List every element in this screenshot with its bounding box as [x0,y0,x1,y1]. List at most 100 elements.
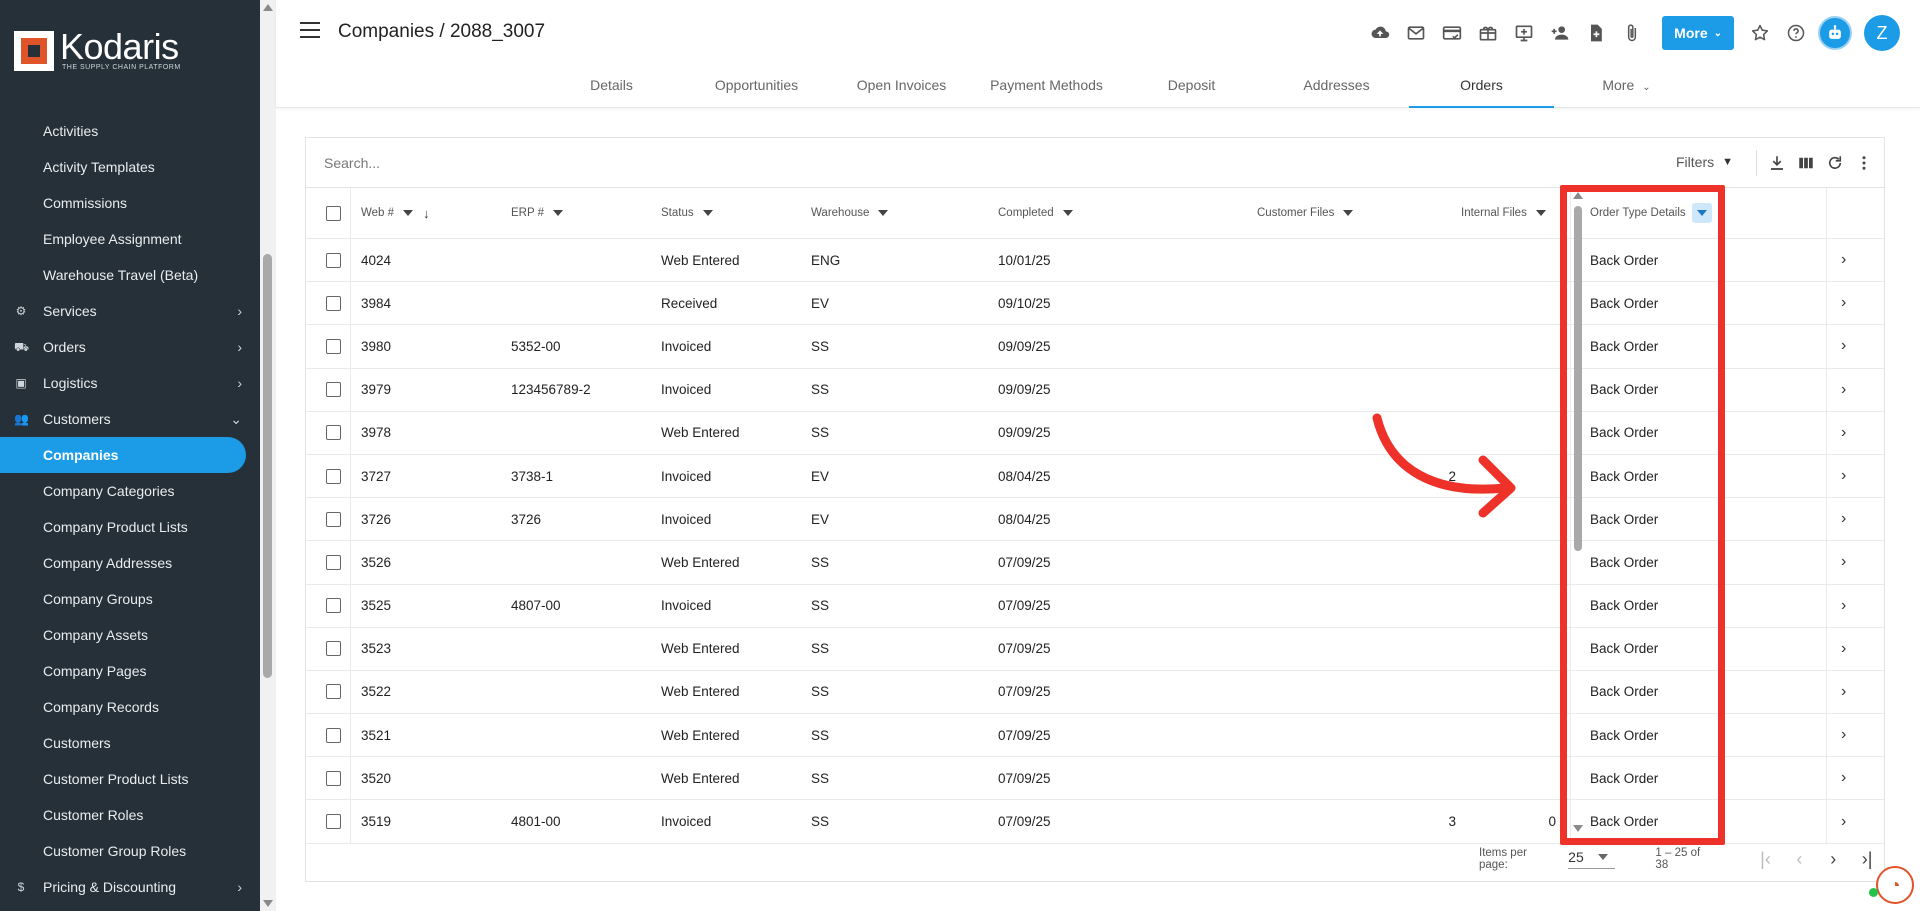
tab-orders[interactable]: Orders [1409,67,1554,108]
row-checkbox[interactable] [326,425,341,441]
row-checkbox[interactable] [326,727,341,743]
column-menu-caret-icon[interactable] [1343,210,1354,216]
sort-descending-icon[interactable]: ↓ [423,206,430,221]
sidebar-item-customers[interactable]: 👥 Customers ⌄ [0,401,260,437]
sidebar-scrollbar[interactable] [260,0,276,911]
scroll-up-arrow-icon[interactable] [1573,192,1583,199]
row-checkbox[interactable] [326,382,341,398]
row-open-chevron-icon[interactable]: › [1841,455,1846,497]
sidebar-item-activity-templates[interactable]: Activity Templates [0,149,260,185]
hamburger-menu-icon[interactable] [300,22,320,40]
table-row[interactable]: 3526 Web Entered SS 07/09/25 Back Order › [306,541,1884,585]
row-checkbox[interactable] [326,295,341,311]
help-icon[interactable] [1778,16,1814,50]
row-open-chevron-icon[interactable]: › [1841,541,1846,583]
sidebar-item-warehouse-travel-beta[interactable]: Warehouse Travel (Beta) [0,257,260,293]
table-row[interactable]: 3523 Web Entered SS 07/09/25 Back Order › [306,627,1884,671]
table-row[interactable]: 3525 4807-00 Invoiced SS 07/09/25 Back Order › [306,584,1884,628]
previous-page-icon[interactable]: ‹ [1782,849,1816,870]
tab-payment-methods[interactable]: Payment Methods [974,67,1119,108]
next-page-icon[interactable]: › [1816,849,1850,870]
row-open-chevron-icon[interactable]: › [1841,714,1846,756]
items-per-page-select[interactable]: 25 [1568,849,1616,869]
sidebar-item-company-records[interactable]: Company Records [0,689,260,725]
sidebar-item-logistics[interactable]: ▣ Logistics › [0,365,260,401]
attachment-icon[interactable] [1614,16,1650,50]
row-checkbox[interactable] [326,468,341,484]
filters-button[interactable]: Filters ▼ [1676,154,1733,170]
row-open-chevron-icon[interactable]: › [1841,498,1846,540]
row-open-chevron-icon[interactable]: › [1841,369,1846,411]
scroll-down-arrow-icon[interactable] [1573,825,1583,832]
sidebar-item-company-groups[interactable]: Company Groups [0,581,260,617]
refresh-icon[interactable] [1824,152,1846,174]
table-row[interactable]: 3522 Web Entered SS 07/09/25 Back Order › [306,670,1884,715]
tab-details[interactable]: Details [539,67,684,108]
column-header-erp[interactable]: ERP # [511,188,564,238]
column-menu-caret-icon[interactable] [702,210,713,216]
row-checkbox[interactable] [326,554,341,570]
row-checkbox[interactable] [326,814,341,830]
search-input[interactable] [324,152,924,174]
sidebar-item-company-product-lists[interactable]: Company Product Lists [0,509,260,545]
sidebar-item-commissions[interactable]: Commissions [0,185,260,221]
sidebar-item-customer-product-lists[interactable]: Customer Product Lists [0,761,260,797]
add-person-icon[interactable] [1542,16,1578,50]
sidebar-item-pricing-discounting[interactable]: $ Pricing & Discounting › [0,869,260,905]
scroll-down-arrow-icon[interactable] [263,900,273,907]
sidebar-scrollbar-thumb[interactable] [263,254,272,678]
more-vert-icon[interactable] [1853,152,1875,174]
column-header-warehouse[interactable]: Warehouse [811,188,889,238]
columns-icon[interactable] [1795,152,1817,174]
row-open-chevron-icon[interactable]: › [1841,585,1846,627]
column-menu-caret-icon[interactable] [1691,203,1712,223]
sidebar-item-company-addresses[interactable]: Company Addresses [0,545,260,581]
table-row[interactable]: 3984 Received EV 09/10/25 Back Order › [306,282,1884,326]
row-checkbox[interactable] [326,338,341,354]
robot-icon[interactable] [1818,16,1852,50]
column-menu-caret-icon[interactable] [1062,210,1073,216]
tab-addresses[interactable]: Addresses [1264,67,1409,108]
table-row[interactable]: 3726 3726 Invoiced EV 08/04/25 Back Order › [306,498,1884,542]
column-header-status[interactable]: Status [661,188,713,238]
column-menu-caret-icon[interactable] [1535,210,1546,216]
table-scrollbar-thumb[interactable] [1574,206,1582,551]
column-header-customer-files[interactable]: Customer Files [1257,188,1354,238]
last-page-icon[interactable]: ›| [1850,849,1884,870]
row-checkbox[interactable] [326,684,341,700]
table-row[interactable]: 3980 5352-00 Invoiced SS 09/09/25 Back Order › [306,325,1884,369]
column-header-order-type[interactable]: Order Type Details [1590,188,1712,238]
row-open-chevron-icon[interactable]: › [1841,671,1846,713]
column-menu-caret-icon[interactable] [878,210,889,216]
sidebar-item-company-pages[interactable]: Company Pages [0,653,260,689]
kodaris-logo[interactable]: Kodaris THE SUPPLY CHAIN PLATFORM [14,29,181,71]
row-open-chevron-icon[interactable]: › [1841,628,1846,670]
table-row[interactable]: 4024 Web Entered ENG 10/01/25 Back Order › [306,239,1884,283]
tab-more[interactable]: More ⌄ [1554,67,1699,108]
sidebar-item-customer-group-roles[interactable]: Customer Group Roles [0,833,260,869]
sidebar-item-services[interactable]: ⚙ Services › [0,293,260,329]
tab-open-invoices[interactable]: Open Invoices [829,67,974,108]
more-actions-button[interactable]: More ⌄ [1662,16,1734,50]
table-row[interactable]: 3519 4801-00 Invoiced SS 07/09/25 3 0 Back Orde… [306,800,1884,844]
sidebar-item-customer-roles[interactable]: Customer Roles [0,797,260,833]
row-open-chevron-icon[interactable]: › [1841,239,1846,281]
add-document-icon[interactable] [1578,16,1614,50]
add-screen-icon[interactable] [1506,16,1542,50]
row-open-chevron-icon[interactable]: › [1841,757,1846,799]
row-checkbox[interactable] [326,641,341,657]
mail-icon[interactable] [1398,16,1434,50]
sidebar-item-employee-assignment[interactable]: Employee Assignment [0,221,260,257]
row-open-chevron-icon[interactable]: › [1841,412,1846,454]
select-all-checkbox[interactable] [326,205,341,221]
sidebar-item-activities[interactable]: Activities [0,113,260,149]
row-checkbox[interactable] [326,598,341,614]
sidebar-item-company-categories[interactable]: Company Categories [0,473,260,509]
table-row[interactable]: 3727 3738-1 Invoiced EV 08/04/25 2 Back Order › [306,454,1884,499]
table-row[interactable]: 3979 123456789-2 Invoiced SS 09/09/25 Back Or… [306,368,1884,412]
row-open-chevron-icon[interactable]: › [1841,800,1846,842]
download-icon[interactable] [1766,152,1788,174]
sidebar-item-company-assets[interactable]: Company Assets [0,617,260,653]
row-checkbox[interactable] [326,252,341,268]
column-header-completed[interactable]: Completed [998,188,1073,238]
